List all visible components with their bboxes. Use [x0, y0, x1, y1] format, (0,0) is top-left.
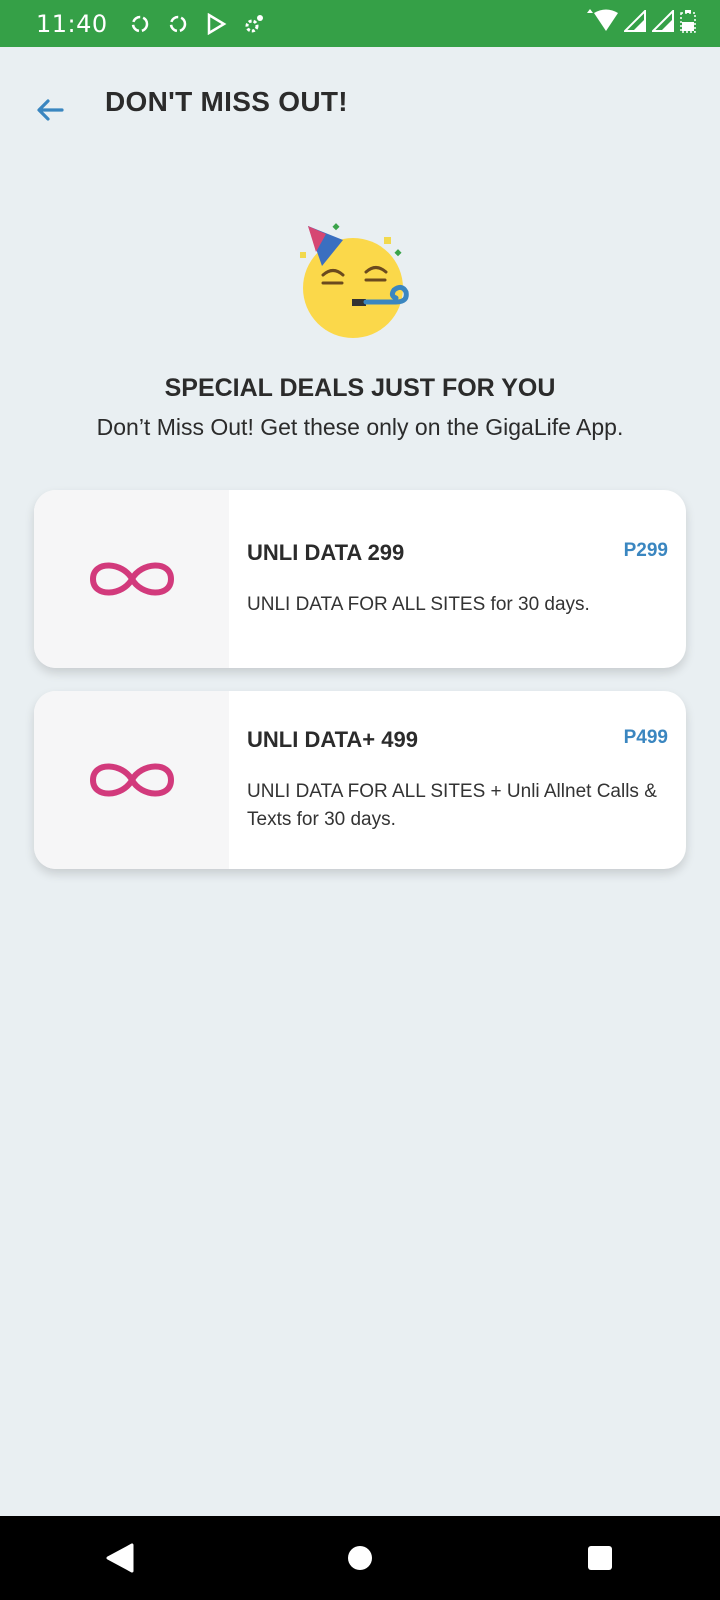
- offer-price: P499: [623, 727, 668, 748]
- nav-back-button[interactable]: [90, 1528, 150, 1588]
- arrow-left-icon: [37, 99, 64, 121]
- sync-icon: [128, 12, 152, 36]
- settings-icon: [242, 12, 266, 36]
- offer-price: P299: [623, 540, 668, 561]
- offer-name: UNLI DATA 299: [247, 540, 405, 565]
- status-notification-icons: [128, 12, 266, 36]
- offer-card-icon-panel: [34, 490, 229, 668]
- party-face-icon: [300, 223, 409, 338]
- status-bar: 11:40: [0, 0, 720, 47]
- recents-square-icon: [588, 1546, 612, 1570]
- back-button[interactable]: [30, 90, 70, 130]
- signal-icon: [622, 8, 646, 37]
- offer-card-body: UNLI DATA+ 499 P499 UNLI DATA FOR ALL SI…: [229, 691, 686, 869]
- offer-card-body: UNLI DATA 299 P299 UNLI DATA FOR ALL SIT…: [229, 490, 686, 668]
- hero-title: SPECIAL DEALS JUST FOR YOU: [164, 374, 556, 402]
- hero-subtitle: Don’t Miss Out! Get these only on the Gi…: [96, 414, 624, 440]
- page-title: DON'T MISS OUT!: [105, 86, 348, 117]
- back-triangle-icon: [106, 1543, 134, 1573]
- play-store-icon: [204, 12, 228, 36]
- offer-card-icon-panel: [34, 691, 229, 869]
- status-system-icons: [584, 8, 696, 38]
- sync-icon: [166, 12, 190, 36]
- status-time: 11:40: [36, 9, 108, 38]
- signal-icon: [650, 8, 674, 37]
- system-nav-bar: [0, 1516, 720, 1600]
- nav-home-button[interactable]: [330, 1528, 390, 1588]
- battery-icon: [680, 9, 696, 38]
- infinity-icon: [89, 763, 174, 797]
- offer-card-unli-data-plus-499[interactable]: UNLI DATA+ 499 P499 UNLI DATA FOR ALL SI…: [34, 691, 686, 869]
- offer-card-unli-data-299[interactable]: UNLI DATA 299 P299 UNLI DATA FOR ALL SIT…: [34, 490, 686, 668]
- wifi-icon: [584, 9, 618, 38]
- nav-recents-button[interactable]: [570, 1528, 630, 1588]
- home-circle-icon: [348, 1546, 372, 1570]
- infinity-icon: [89, 562, 174, 596]
- offer-name: UNLI DATA+ 499: [247, 727, 418, 752]
- offer-description: UNLI DATA FOR ALL SITES for 30 days.: [247, 594, 590, 615]
- offer-description: UNLI DATA FOR ALL SITES + Unli Allnet Ca…: [247, 781, 657, 830]
